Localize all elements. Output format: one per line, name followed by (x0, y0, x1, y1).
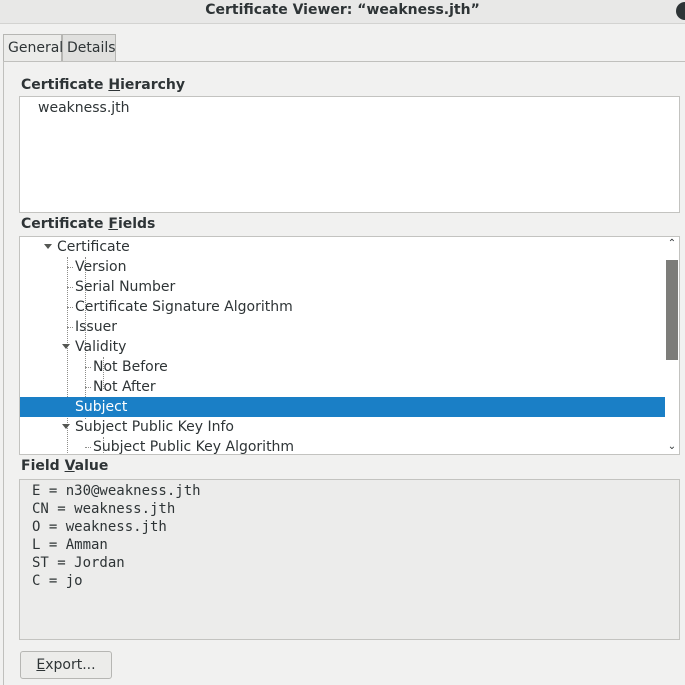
tree-row-label: Subject (75, 399, 128, 415)
expander-icon[interactable] (62, 424, 70, 429)
tree-row-label: Subject Public Key Info (75, 419, 234, 435)
tab-general[interactable]: General (3, 34, 63, 61)
tree-row-label: Certificate (57, 239, 130, 255)
window-title: Certificate Viewer: “weakness.jth” (205, 2, 480, 18)
field-value-line: C = jo (32, 573, 83, 589)
field-value-line: ST = Jordan (32, 555, 125, 571)
tree-row-signature-algorithm[interactable]: Certificate Signature Algorithm (20, 297, 665, 317)
chevron-down-icon[interactable]: ⌄ (667, 442, 677, 452)
hierarchy-tree[interactable]: weakness.jth (19, 96, 680, 213)
tree-row-label: Serial Number (75, 279, 176, 295)
tree-row-public-key-algorithm[interactable]: Subject Public Key Algorithm (20, 437, 665, 455)
fields-scrollbar[interactable]: ⌃ ⌄ (665, 237, 679, 454)
tree-row-label: Certificate Signature Algorithm (75, 299, 293, 315)
field-value-line: E = n30@weakness.jth (32, 483, 201, 499)
title-bar: Certificate Viewer: “weakness.jth” (0, 0, 685, 24)
field-value-line: L = Amman (32, 537, 108, 553)
hierarchy-label: Certificate Hierarchy (21, 77, 186, 93)
tree-row-issuer[interactable]: Issuer (20, 317, 665, 337)
tree-guide-line (67, 267, 73, 268)
expander-icon[interactable] (44, 244, 52, 249)
tree-row-subject-public-key-info[interactable]: Subject Public Key Info (20, 417, 665, 437)
field-value-line: O = weakness.jth (32, 519, 167, 535)
tab-details[interactable]: Details (62, 34, 116, 61)
tree-row-not-before[interactable]: Not Before (20, 357, 665, 377)
tree-row-certificate[interactable]: Certificate (20, 237, 665, 257)
tree-guide-line (67, 287, 73, 288)
tree-row-label: Not After (93, 379, 156, 395)
fields-label: Certificate Fields (21, 216, 156, 232)
tree-row-serial-number[interactable]: Serial Number (20, 277, 665, 297)
field-value-label: Field Value (21, 458, 109, 474)
tree-guide-line (85, 387, 91, 388)
tree-row-not-after[interactable]: Not After (20, 377, 665, 397)
export-button[interactable]: Export... (20, 651, 112, 679)
tree-row-label: Validity (75, 339, 127, 355)
tree-guide-line (67, 307, 73, 308)
tree-row-validity[interactable]: Validity (20, 337, 665, 357)
tree-row-label: Version (75, 259, 127, 275)
tree-row-subject[interactable]: Subject (20, 397, 665, 417)
tree-row-version[interactable]: Version (20, 257, 665, 277)
tree-guide-line (85, 447, 91, 448)
tree-row-label: Not Before (93, 359, 168, 375)
tree-guide-line (67, 327, 73, 328)
scrollbar-thumb[interactable] (666, 260, 678, 360)
tree-guide-line (85, 367, 91, 368)
chevron-up-icon[interactable]: ⌃ (667, 239, 677, 249)
hierarchy-item[interactable]: weakness.jth (38, 100, 130, 116)
tree-row-label: Issuer (75, 319, 117, 335)
expander-icon[interactable] (62, 344, 70, 349)
field-value-text[interactable]: E = n30@weakness.jth CN = weakness.jth O… (19, 479, 680, 640)
fields-tree[interactable]: Certificate Version Serial Number Certif… (19, 236, 680, 455)
field-value-line: CN = weakness.jth (32, 501, 176, 517)
tree-row-label: Subject Public Key Algorithm (93, 439, 295, 455)
